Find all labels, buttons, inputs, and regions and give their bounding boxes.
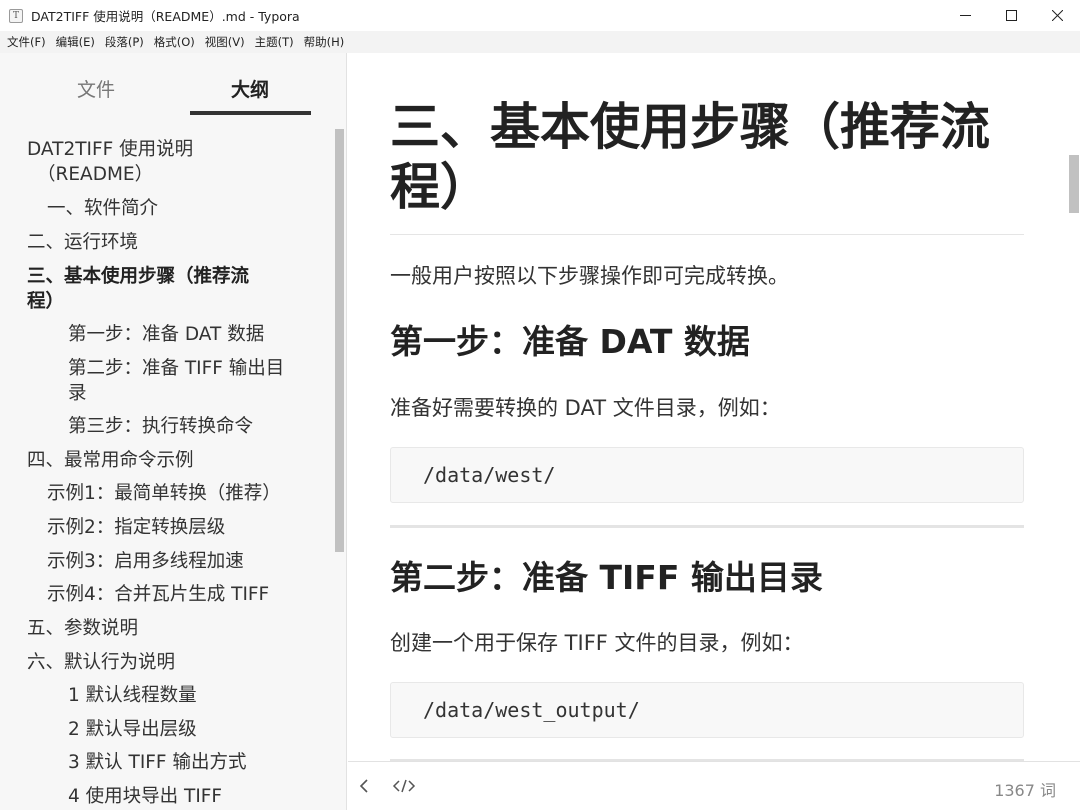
- sidebar-scrollbar-thumb[interactable]: [335, 129, 344, 552]
- outline-item-title-cont[interactable]: （README）: [37, 162, 317, 187]
- heading-line-1: 三、基本使用步骤（推荐流: [390, 98, 990, 156]
- maximize-button[interactable]: [988, 0, 1034, 31]
- maximize-icon: [1005, 10, 1017, 21]
- menu-edit[interactable]: 编辑(E): [51, 31, 100, 53]
- code-icon: [392, 779, 416, 793]
- editor-scrollbar-thumb[interactable]: [1069, 155, 1079, 213]
- heading-step1[interactable]: 第一步：准备 DAT 数据: [390, 321, 750, 363]
- outline-item-example4[interactable]: 示例4：合并瓦片生成 TIFF: [47, 582, 327, 607]
- heading-step2[interactable]: 第二步：准备 TIFF 输出目录: [390, 557, 823, 599]
- heading-basic-steps[interactable]: 三、基本使用步骤（推荐流 程）: [390, 97, 1030, 217]
- step2-paragraph[interactable]: 创建一个用于保存 TIFF 文件的目录，例如：: [390, 628, 804, 658]
- menu-view[interactable]: 视图(V): [200, 31, 250, 53]
- horizontal-rule: [390, 525, 1024, 528]
- source-code-mode-button[interactable]: [392, 777, 416, 799]
- outline-item-step2[interactable]: 第二步：准备 TIFF 输出目: [68, 356, 346, 381]
- heading-divider: [390, 234, 1024, 235]
- minimize-icon: [959, 15, 971, 16]
- toggle-sidebar-button[interactable]: [358, 777, 370, 799]
- outline-item-step1[interactable]: 第一步：准备 DAT 数据: [68, 322, 346, 347]
- menu-format[interactable]: 格式(O): [149, 31, 200, 53]
- document-editor[interactable]: 三、基本使用步骤（推荐流 程） 一般用户按照以下步骤操作即可完成转换。 第一步：…: [348, 53, 1068, 761]
- outline-item-default-level[interactable]: 2 默认导出层级: [68, 717, 346, 742]
- window-controls: [942, 0, 1080, 31]
- close-button[interactable]: [1034, 0, 1080, 31]
- outline-item-example2[interactable]: 示例2：指定转换层级: [47, 515, 327, 540]
- outline-item-default-threads[interactable]: 1 默认线程数量: [68, 683, 346, 708]
- outline-item-step2-cont[interactable]: 录: [68, 381, 346, 406]
- tab-files[interactable]: 文件: [36, 75, 156, 102]
- active-tab-indicator: [190, 111, 311, 115]
- outline-item-example1[interactable]: 示例1：最简单转换（推荐）: [47, 481, 327, 506]
- menu-file[interactable]: 文件(F): [2, 31, 51, 53]
- sidebar-tabs: 文件 大纲: [0, 53, 346, 123]
- menu-help[interactable]: 帮助(H): [299, 31, 350, 53]
- minimize-button[interactable]: [942, 0, 988, 31]
- outline-item-intro[interactable]: 一、软件简介: [47, 196, 327, 221]
- code-block-step2[interactable]: /data/west_output/: [390, 682, 1024, 738]
- word-count[interactable]: 1367 词: [994, 777, 1056, 801]
- outline-item-environment[interactable]: 二、运行环境: [27, 230, 307, 255]
- window-title: DAT2TIFF 使用说明（README）.md - Typora: [31, 9, 300, 24]
- menu-paragraph[interactable]: 段落(P): [100, 31, 149, 53]
- outline-item-title[interactable]: DAT2TIFF 使用说明: [27, 137, 307, 162]
- menu-theme[interactable]: 主题(T): [250, 31, 299, 53]
- menu-bar: 文件(F) 编辑(E) 段落(P) 格式(O) 视图(V) 主题(T) 帮助(H…: [0, 31, 1080, 53]
- outline-item-basic-steps-cont[interactable]: 程）: [27, 289, 307, 314]
- close-icon: [1051, 10, 1063, 21]
- outline-item-defaults[interactable]: 六、默认行为说明: [27, 650, 307, 675]
- code-block-step1[interactable]: /data/west/: [390, 447, 1024, 503]
- outline-item-block-export[interactable]: 4 使用块导出 TIFF: [68, 784, 346, 809]
- outline-item-default-tiff[interactable]: 3 默认 TIFF 输出方式: [68, 750, 346, 775]
- title-bar: T DAT2TIFF 使用说明（README）.md - Typora: [0, 0, 1080, 31]
- status-bar: 1367 词: [348, 761, 1080, 810]
- outline-item-basic-steps[interactable]: 三、基本使用步骤（推荐流: [27, 264, 307, 289]
- outline-item-example3[interactable]: 示例3：启用多线程加速: [47, 549, 327, 574]
- sidebar: 文件 大纲 DAT2TIFF 使用说明 （README） 一、软件简介 二、运行…: [0, 53, 347, 810]
- chevron-left-icon: [359, 779, 368, 793]
- outline-item-parameters[interactable]: 五、参数说明: [27, 616, 307, 641]
- outline-item-step3[interactable]: 第三步：执行转换命令: [68, 414, 346, 439]
- heading-line-2: 程）: [390, 158, 490, 216]
- intro-paragraph[interactable]: 一般用户按照以下步骤操作即可完成转换。: [390, 261, 789, 291]
- step1-paragraph[interactable]: 准备好需要转换的 DAT 文件目录，例如：: [390, 393, 781, 423]
- outline-item-examples[interactable]: 四、最常用命令示例: [27, 448, 307, 473]
- tab-outline[interactable]: 大纲: [190, 75, 310, 102]
- typora-app-icon: T: [9, 8, 23, 23]
